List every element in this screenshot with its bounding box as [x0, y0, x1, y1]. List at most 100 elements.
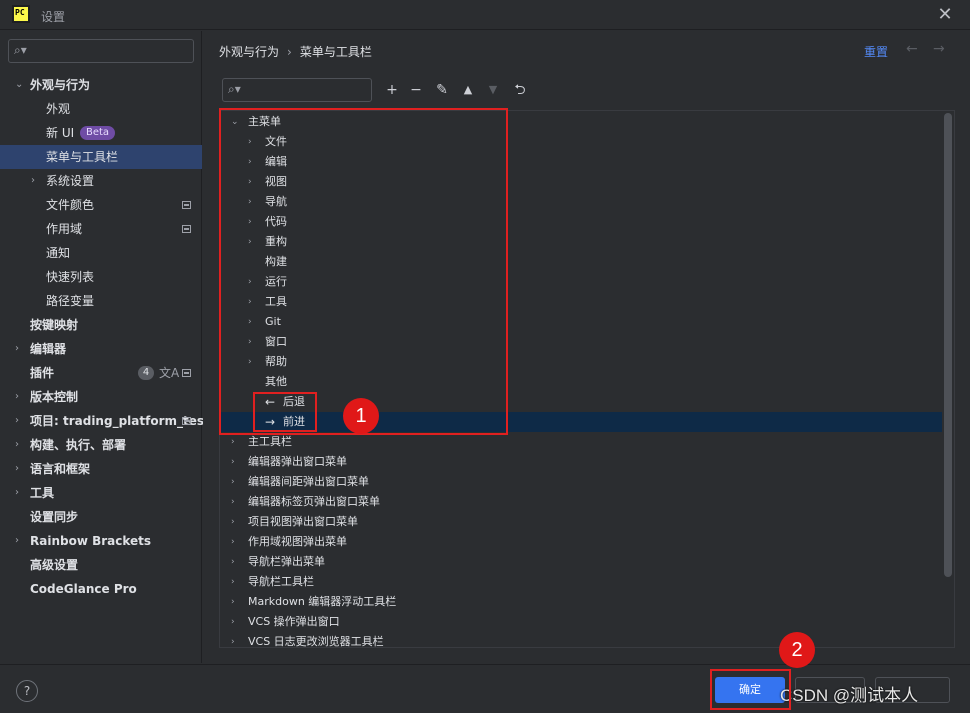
chevron-right-icon[interactable]: ›: [248, 312, 252, 332]
menu-tree-row[interactable]: › Git: [220, 312, 942, 332]
sidebar-item[interactable]: 外观: [0, 97, 202, 121]
remove-icon[interactable]: −: [407, 81, 425, 99]
menu-tree-row[interactable]: › 作用域视图弹出菜单: [220, 532, 942, 552]
chevron-right-icon[interactable]: ›: [248, 132, 252, 152]
menu-tree-row[interactable]: ⌄ 主菜单: [220, 112, 942, 132]
menu-tree-label: 窗口: [265, 335, 287, 348]
sidebar-item[interactable]: › Rainbow Brackets: [0, 529, 202, 553]
sidebar-item[interactable]: › 构建、执行、部署: [0, 433, 202, 457]
chevron-right-icon[interactable]: ›: [15, 481, 19, 505]
chevron-right-icon[interactable]: ›: [248, 232, 252, 252]
chevron-right-icon[interactable]: ›: [231, 432, 235, 452]
menu-tree-row[interactable]: › Markdown 编辑器浮动工具栏: [220, 592, 942, 612]
sidebar-item[interactable]: CodeGlance Pro: [0, 577, 202, 601]
chevron-right-icon[interactable]: ›: [231, 632, 235, 647]
scrollbar-thumb[interactable]: [944, 113, 952, 577]
chevron-right-icon[interactable]: ›: [231, 592, 235, 612]
chevron-right-icon[interactable]: ›: [231, 612, 235, 632]
sidebar-item[interactable]: › 工具: [0, 481, 202, 505]
menu-tree-row[interactable]: ← 后退: [220, 392, 942, 412]
breadcrumb-parent[interactable]: 外观与行为: [219, 45, 279, 59]
chevron-right-icon[interactable]: ›: [248, 152, 252, 172]
sidebar-item[interactable]: 作用域: [0, 217, 202, 241]
menu-tree-row[interactable]: › 重构: [220, 232, 942, 252]
sidebar-item[interactable]: 插件 4 文A: [0, 361, 202, 385]
reset-link[interactable]: 重置: [864, 43, 888, 60]
chevron-right-icon[interactable]: ›: [248, 272, 252, 292]
chevron-right-icon[interactable]: ›: [15, 385, 19, 409]
add-icon[interactable]: +: [383, 81, 401, 99]
chevron-right-icon[interactable]: ›: [31, 169, 35, 193]
menu-tree-row[interactable]: 其他: [220, 372, 942, 392]
menu-tree-row[interactable]: › 编辑: [220, 152, 942, 172]
chevron-right-icon[interactable]: ›: [248, 212, 252, 232]
menu-tree-row[interactable]: › 文件: [220, 132, 942, 152]
chevron-right-icon[interactable]: ›: [231, 452, 235, 472]
sidebar-item[interactable]: 通知: [0, 241, 202, 265]
menu-tree-row[interactable]: › 项目视图弹出窗口菜单: [220, 512, 942, 532]
sidebar-item[interactable]: 按键映射: [0, 313, 202, 337]
chevron-right-icon[interactable]: ›: [248, 192, 252, 212]
ok-button[interactable]: 确定: [715, 677, 785, 703]
sidebar-search-input[interactable]: ⌕▾: [8, 39, 194, 63]
move-up-icon[interactable]: ▲: [459, 81, 477, 99]
menu-tree-row[interactable]: › VCS 操作弹出窗口: [220, 612, 942, 632]
sidebar-item[interactable]: 快速列表: [0, 265, 202, 289]
sidebar-item[interactable]: 菜单与工具栏: [0, 145, 202, 169]
sidebar-item[interactable]: 路径变量: [0, 289, 202, 313]
chevron-down-icon[interactable]: ⌄: [231, 112, 239, 132]
menu-tree-row[interactable]: › VCS 日志更改浏览器工具栏: [220, 632, 942, 647]
sidebar-item[interactable]: › 版本控制: [0, 385, 202, 409]
chevron-right-icon[interactable]: ›: [15, 409, 19, 433]
forward-arrow-icon[interactable]: →: [933, 41, 945, 57]
menu-tree-row[interactable]: → 前进: [220, 412, 942, 432]
move-down-icon[interactable]: ▼: [484, 81, 502, 99]
menu-tree-row[interactable]: › 代码: [220, 212, 942, 232]
chevron-right-icon[interactable]: ›: [15, 457, 19, 481]
menu-tree-row[interactable]: › 工具: [220, 292, 942, 312]
sidebar-item[interactable]: › 语言和框架: [0, 457, 202, 481]
sidebar-item[interactable]: 设置同步: [0, 505, 202, 529]
menu-tree-row[interactable]: › 编辑器弹出窗口菜单: [220, 452, 942, 472]
chevron-right-icon[interactable]: ›: [231, 532, 235, 552]
menu-tree-row[interactable]: › 编辑器间距弹出窗口菜单: [220, 472, 942, 492]
sidebar-item[interactable]: 高级设置: [0, 553, 202, 577]
chevron-right-icon[interactable]: ›: [231, 492, 235, 512]
sidebar-item[interactable]: 文件颜色: [0, 193, 202, 217]
sidebar-item[interactable]: › 系统设置: [0, 169, 202, 193]
sidebar-item[interactable]: › 编辑器: [0, 337, 202, 361]
sidebar-item[interactable]: ⌄ 外观与行为: [0, 73, 202, 97]
chevron-right-icon[interactable]: ›: [231, 512, 235, 532]
menu-tree-row[interactable]: › 导航: [220, 192, 942, 212]
chevron-right-icon[interactable]: ›: [248, 172, 252, 192]
chevron-right-icon[interactable]: ›: [231, 472, 235, 492]
menu-tree[interactable]: ⌄ 主菜单 › 文件 › 编辑 › 视图 › 导航 › 代码 › 重构 构建 › 运行 › 工具 › Git › 窗口 › 帮助…: [219, 110, 955, 648]
menu-tree-row[interactable]: › 运行: [220, 272, 942, 292]
chevron-right-icon[interactable]: ›: [15, 433, 19, 457]
chevron-right-icon[interactable]: ›: [231, 552, 235, 572]
back-arrow-icon[interactable]: ←: [906, 41, 918, 57]
chevron-right-icon[interactable]: ›: [248, 332, 252, 352]
close-icon[interactable]: ✕: [935, 5, 955, 25]
chevron-right-icon[interactable]: ›: [15, 337, 19, 361]
restore-icon[interactable]: ⮌: [511, 81, 529, 99]
chevron-right-icon[interactable]: ›: [15, 529, 19, 553]
menu-tree-row[interactable]: › 导航栏工具栏: [220, 572, 942, 592]
edit-pencil-icon[interactable]: ✎: [433, 81, 451, 99]
menu-tree-row[interactable]: › 编辑器标签页弹出窗口菜单: [220, 492, 942, 512]
menu-tree-row[interactable]: › 窗口: [220, 332, 942, 352]
help-button[interactable]: ?: [16, 680, 38, 702]
sidebar-item[interactable]: › 项目: trading_platform_test: [0, 409, 210, 433]
menu-tree-row[interactable]: › 导航栏弹出菜单: [220, 552, 942, 572]
menu-tree-row[interactable]: › 主工具栏: [220, 432, 942, 452]
chevron-right-icon[interactable]: ›: [231, 572, 235, 592]
menu-tree-label: 帮助: [265, 355, 287, 368]
chevron-right-icon[interactable]: ›: [248, 292, 252, 312]
chevron-down-icon[interactable]: ⌄: [15, 73, 23, 97]
menu-tree-row[interactable]: › 视图: [220, 172, 942, 192]
toolbar-search-input[interactable]: ⌕▾: [222, 78, 372, 102]
sidebar-item[interactable]: 新 UI Beta: [0, 121, 202, 145]
menu-tree-row[interactable]: 构建: [220, 252, 942, 272]
menu-tree-row[interactable]: › 帮助: [220, 352, 942, 372]
chevron-right-icon[interactable]: ›: [248, 352, 252, 372]
